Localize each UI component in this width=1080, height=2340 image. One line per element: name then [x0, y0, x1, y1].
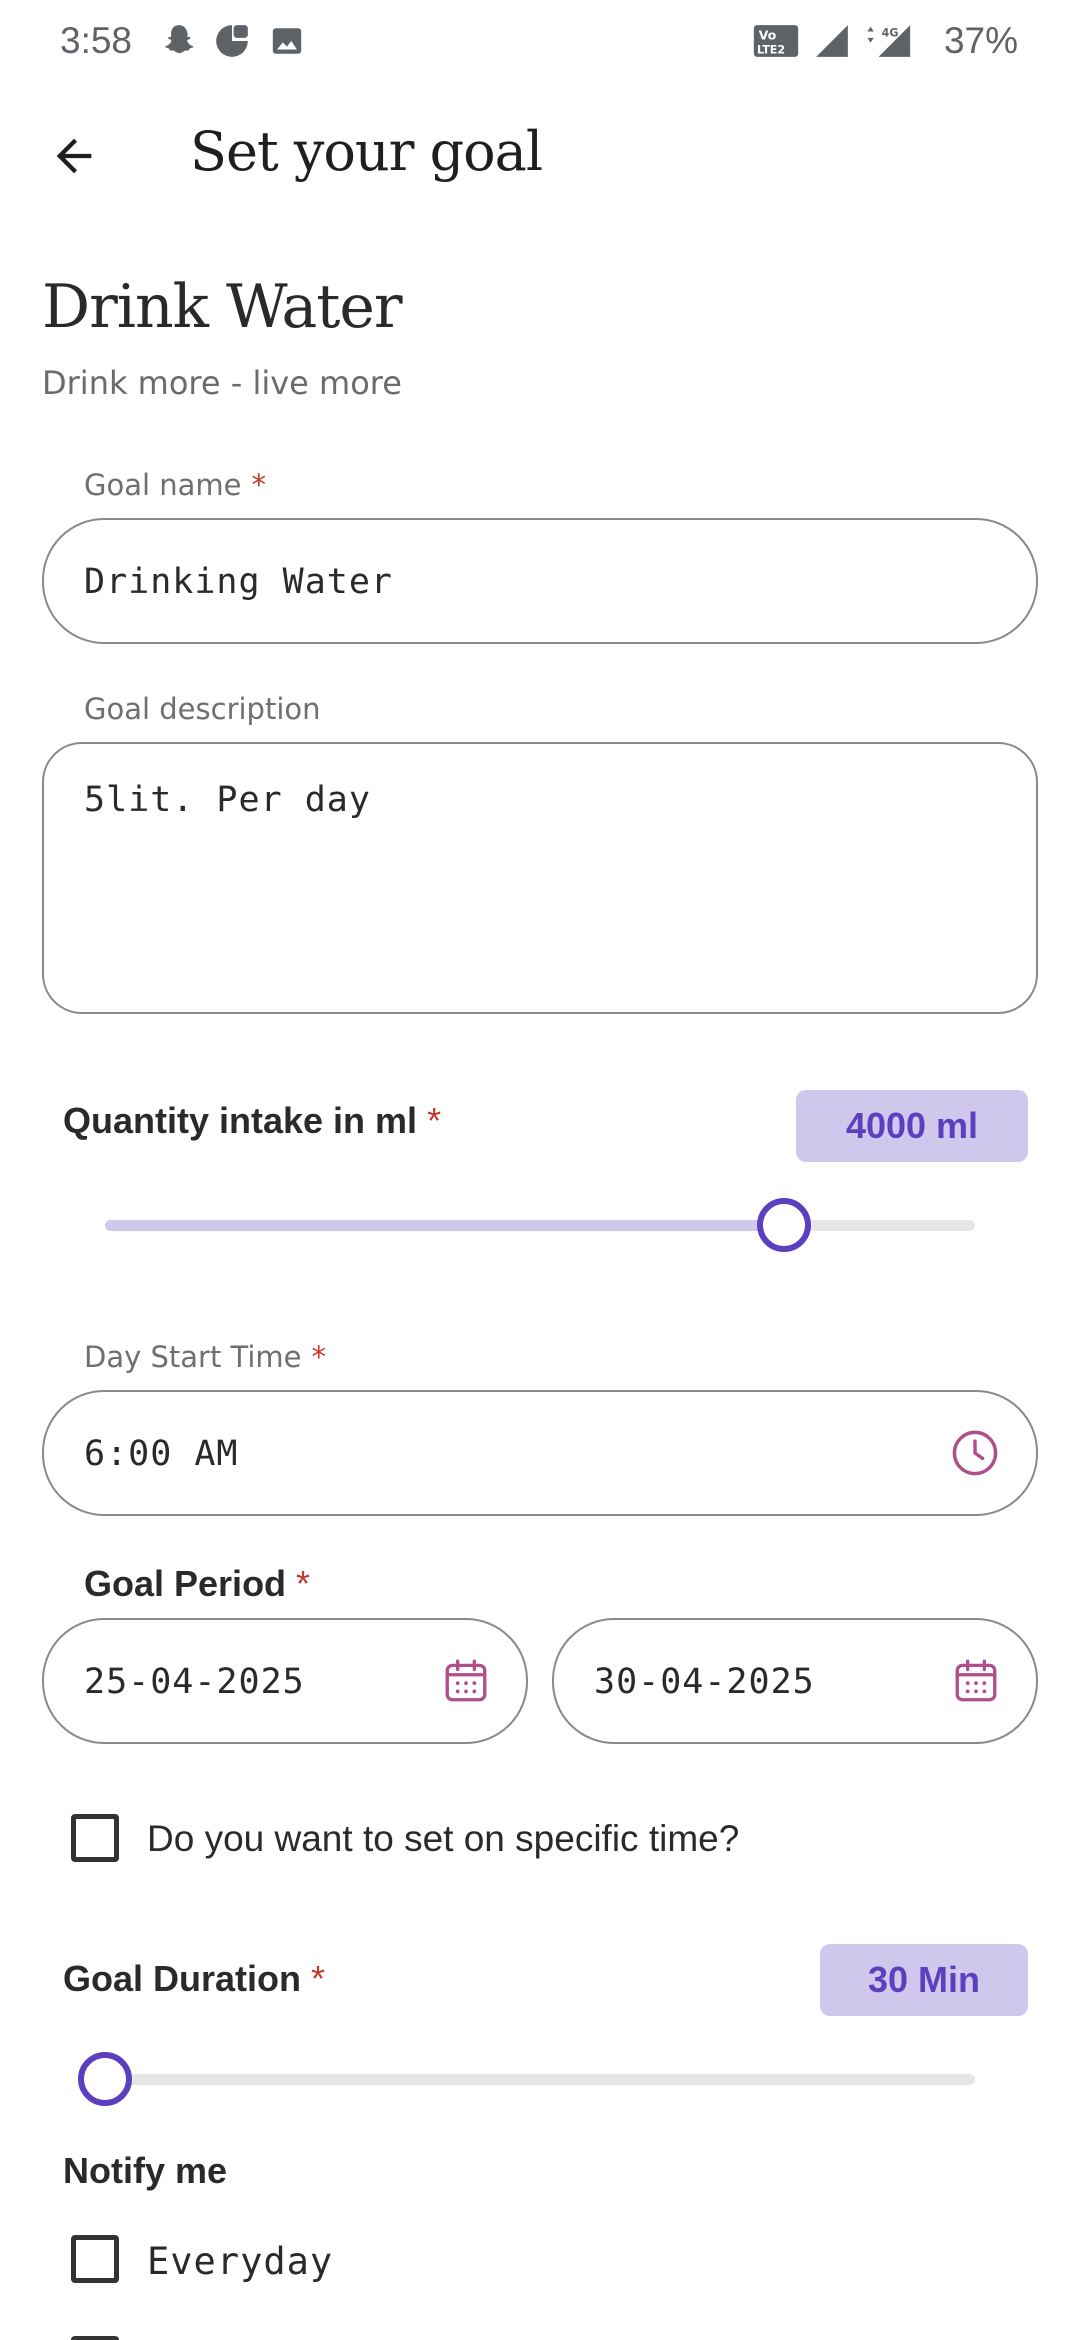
quantity-slider-fill: [105, 1220, 784, 1231]
back-button[interactable]: [36, 118, 112, 194]
end-date-value: 30-04-2025: [594, 1662, 815, 1702]
specific-time-label: Do you want to set on specific time?: [147, 1818, 740, 1859]
calendar-icon[interactable]: [438, 1653, 494, 1709]
start-date-value: 25-04-2025: [84, 1662, 305, 1702]
notify-me-label: Notify me: [63, 2150, 228, 2191]
calendar-icon[interactable]: [948, 1653, 1004, 1709]
signal-icon: [816, 25, 848, 57]
status-time: 3:58: [60, 20, 133, 61]
duration-value-badge: 30 Min: [820, 1944, 1028, 2016]
svg-text:LTE2: LTE2: [757, 44, 785, 57]
duration-slider-track[interactable]: [105, 2074, 975, 2085]
svg-text:4G: 4G: [882, 26, 899, 39]
image-icon: [272, 28, 302, 54]
battery-percentage: 37%: [943, 20, 1018, 61]
goal-name-value: Drinking Water: [84, 562, 394, 602]
top-app-bar: Set your goal: [0, 100, 1080, 210]
svg-text:Vo: Vo: [759, 27, 777, 42]
day-start-value: 6:00 AM: [84, 1434, 239, 1474]
quantity-value-badge: 4000 ml: [796, 1090, 1028, 1162]
goal-name-field[interactable]: Drinking Water: [42, 518, 1038, 644]
goal-description-label: Goal description: [84, 692, 321, 726]
next-checkbox-partial[interactable]: [71, 2336, 119, 2340]
goal-duration-label: Goal Duration *: [63, 1958, 326, 1999]
duration-slider-thumb[interactable]: [78, 2052, 132, 2106]
goal-description-value: 5lit. Per day: [84, 780, 371, 820]
goal-name-label: Goal name *: [84, 468, 267, 502]
arrow-back-icon: [56, 138, 92, 174]
volte-icon: Vo LTE2: [753, 25, 799, 57]
4g-signal-icon: 4G: [867, 25, 911, 57]
everyday-checkbox[interactable]: [71, 2235, 119, 2283]
goal-heading: Drink Water: [42, 272, 403, 342]
goal-description-field[interactable]: 5lit. Per day: [42, 742, 1038, 1014]
day-start-label: Day Start Time *: [84, 1340, 327, 1374]
status-bar: 3:58 Vo LTE2 4G 37%: [0, 0, 1080, 82]
end-date-field[interactable]: 30-04-2025: [552, 1618, 1038, 1744]
snapchat-icon: [165, 25, 194, 54]
clock-icon[interactable]: [947, 1425, 1003, 1481]
goal-period-label: Goal Period *: [84, 1563, 311, 1604]
everyday-label: Everyday: [147, 2240, 334, 2283]
quantity-slider-track[interactable]: [105, 1220, 975, 1231]
page-title: Set your goal: [190, 120, 543, 183]
day-start-field[interactable]: 6:00 AM: [42, 1390, 1038, 1516]
start-date-field[interactable]: 25-04-2025: [42, 1618, 528, 1744]
quantity-label: Quantity intake in ml *: [63, 1100, 442, 1141]
quantity-slider-thumb[interactable]: [756, 1198, 811, 1252]
goal-subtitle: Drink more - live more: [42, 364, 402, 402]
specific-time-checkbox[interactable]: [71, 1814, 119, 1862]
g-app-icon: [216, 25, 248, 57]
